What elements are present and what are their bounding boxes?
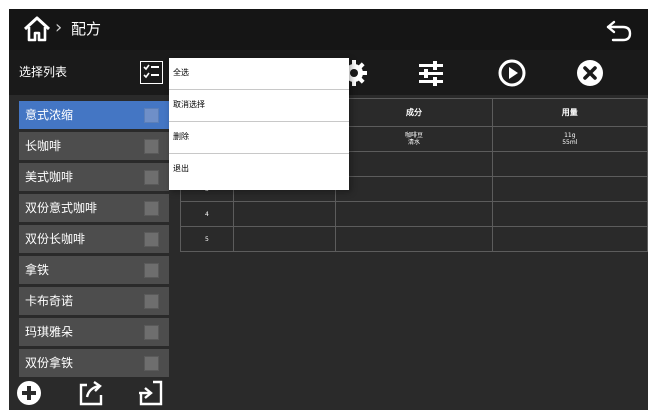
table-cell bbox=[491, 226, 648, 252]
recipe-item[interactable]: 双份长咖啡 bbox=[19, 225, 169, 253]
table-cell bbox=[491, 176, 648, 202]
recipe-item-label: 拿铁 bbox=[25, 263, 50, 277]
recipe-checkbox[interactable] bbox=[144, 201, 159, 216]
add-icon[interactable] bbox=[15, 379, 43, 407]
recipe-item-label: 意式浓缩 bbox=[25, 108, 74, 122]
page-title: 配方 bbox=[71, 20, 102, 38]
recipe-item[interactable]: 玛琪雅朵 bbox=[19, 318, 169, 346]
recipe-checkbox[interactable] bbox=[144, 232, 159, 247]
recipe-item[interactable]: 双份意式咖啡 bbox=[19, 194, 169, 222]
table-cell bbox=[335, 176, 493, 202]
table-cell bbox=[335, 151, 493, 177]
recipe-item-label: 卡布奇诺 bbox=[25, 294, 74, 308]
breadcrumb-separator: › bbox=[55, 17, 63, 38]
recipe-item[interactable]: 卡布奇诺 bbox=[19, 287, 169, 315]
recipe-item-label: 玛琪雅朵 bbox=[25, 325, 74, 339]
recipe-item-label: 长咖啡 bbox=[25, 139, 62, 153]
menu-item-label: 全选 bbox=[173, 68, 189, 77]
table-header: 用量 bbox=[491, 98, 648, 127]
top-bar: › 配方 bbox=[9, 9, 648, 50]
recipe-item[interactable]: 双份拿铁 bbox=[19, 349, 169, 377]
sliders-icon[interactable] bbox=[416, 58, 446, 88]
back-arrow-icon[interactable] bbox=[604, 17, 634, 43]
recipe-item-label: 双份长咖啡 bbox=[25, 232, 86, 246]
recipe-item[interactable]: 长咖啡 bbox=[19, 132, 169, 160]
table-cell bbox=[491, 201, 648, 227]
recipe-checkbox[interactable] bbox=[144, 108, 159, 123]
menu-item-label: 退出 bbox=[173, 164, 189, 173]
list-header: 选择列表 bbox=[9, 50, 171, 95]
recipe-checkbox[interactable] bbox=[144, 356, 159, 371]
recipe-checkbox[interactable] bbox=[144, 325, 159, 340]
recipe-checkbox[interactable] bbox=[144, 263, 159, 278]
import-icon[interactable] bbox=[137, 379, 165, 407]
recipe-checkbox[interactable] bbox=[144, 170, 159, 185]
recipe-checkbox[interactable] bbox=[144, 139, 159, 154]
recipe-item-label: 双份意式咖啡 bbox=[25, 201, 98, 215]
table-row[interactable]: 5 bbox=[180, 226, 648, 252]
table-cell bbox=[491, 151, 648, 177]
close-icon[interactable] bbox=[575, 58, 605, 88]
play-icon[interactable] bbox=[497, 58, 527, 88]
table-row[interactable]: 4 bbox=[180, 201, 648, 227]
recipe-sidebar: 选择列表 意式浓缩 长咖啡 美式咖啡 双份意式咖啡 双份长咖啡 拿铁 卡布奇诺 … bbox=[9, 50, 171, 410]
menu-item-delete[interactable]: 删除 bbox=[169, 122, 349, 154]
menu-item-label: 取消选择 bbox=[173, 100, 205, 109]
selection-context-menu: 全选 取消选择 删除 退出 bbox=[169, 58, 349, 190]
table-header: 成分 bbox=[335, 98, 493, 127]
table-cell bbox=[232, 226, 337, 252]
export-icon[interactable] bbox=[77, 379, 105, 407]
table-cell: 咖啡豆 清水 bbox=[335, 126, 493, 152]
table-cell: 5 bbox=[180, 226, 234, 252]
menu-item-deselect[interactable]: 取消选择 bbox=[169, 90, 349, 122]
table-cell bbox=[335, 201, 493, 227]
menu-item-label: 删除 bbox=[173, 132, 189, 141]
recipe-item[interactable]: 拿铁 bbox=[19, 256, 169, 284]
recipe-list: 意式浓缩 长咖啡 美式咖啡 双份意式咖啡 双份长咖啡 拿铁 卡布奇诺 玛琪雅朵 … bbox=[19, 101, 169, 380]
table-cell: 11g 55ml bbox=[491, 126, 648, 152]
app-window: › 配方 选择列表 意式浓缩 长咖啡 美式咖啡 双份意式咖啡 双份长咖啡 拿铁 … bbox=[9, 9, 648, 410]
table-cell bbox=[232, 201, 337, 227]
bottom-toolbar bbox=[9, 377, 171, 410]
recipe-item-label: 双份拿铁 bbox=[25, 356, 74, 370]
menu-item-select-all[interactable]: 全选 bbox=[169, 58, 349, 90]
recipe-item-label: 美式咖啡 bbox=[25, 170, 74, 184]
table-cell bbox=[335, 226, 493, 252]
recipe-checkbox[interactable] bbox=[144, 294, 159, 309]
menu-item-exit[interactable]: 退出 bbox=[169, 154, 349, 186]
recipe-item[interactable]: 意式浓缩 bbox=[19, 101, 169, 129]
checklist-icon[interactable] bbox=[140, 61, 163, 84]
list-title: 选择列表 bbox=[19, 65, 68, 79]
table-cell: 4 bbox=[180, 201, 234, 227]
home-icon[interactable] bbox=[22, 15, 52, 43]
recipe-item[interactable]: 美式咖啡 bbox=[19, 163, 169, 191]
